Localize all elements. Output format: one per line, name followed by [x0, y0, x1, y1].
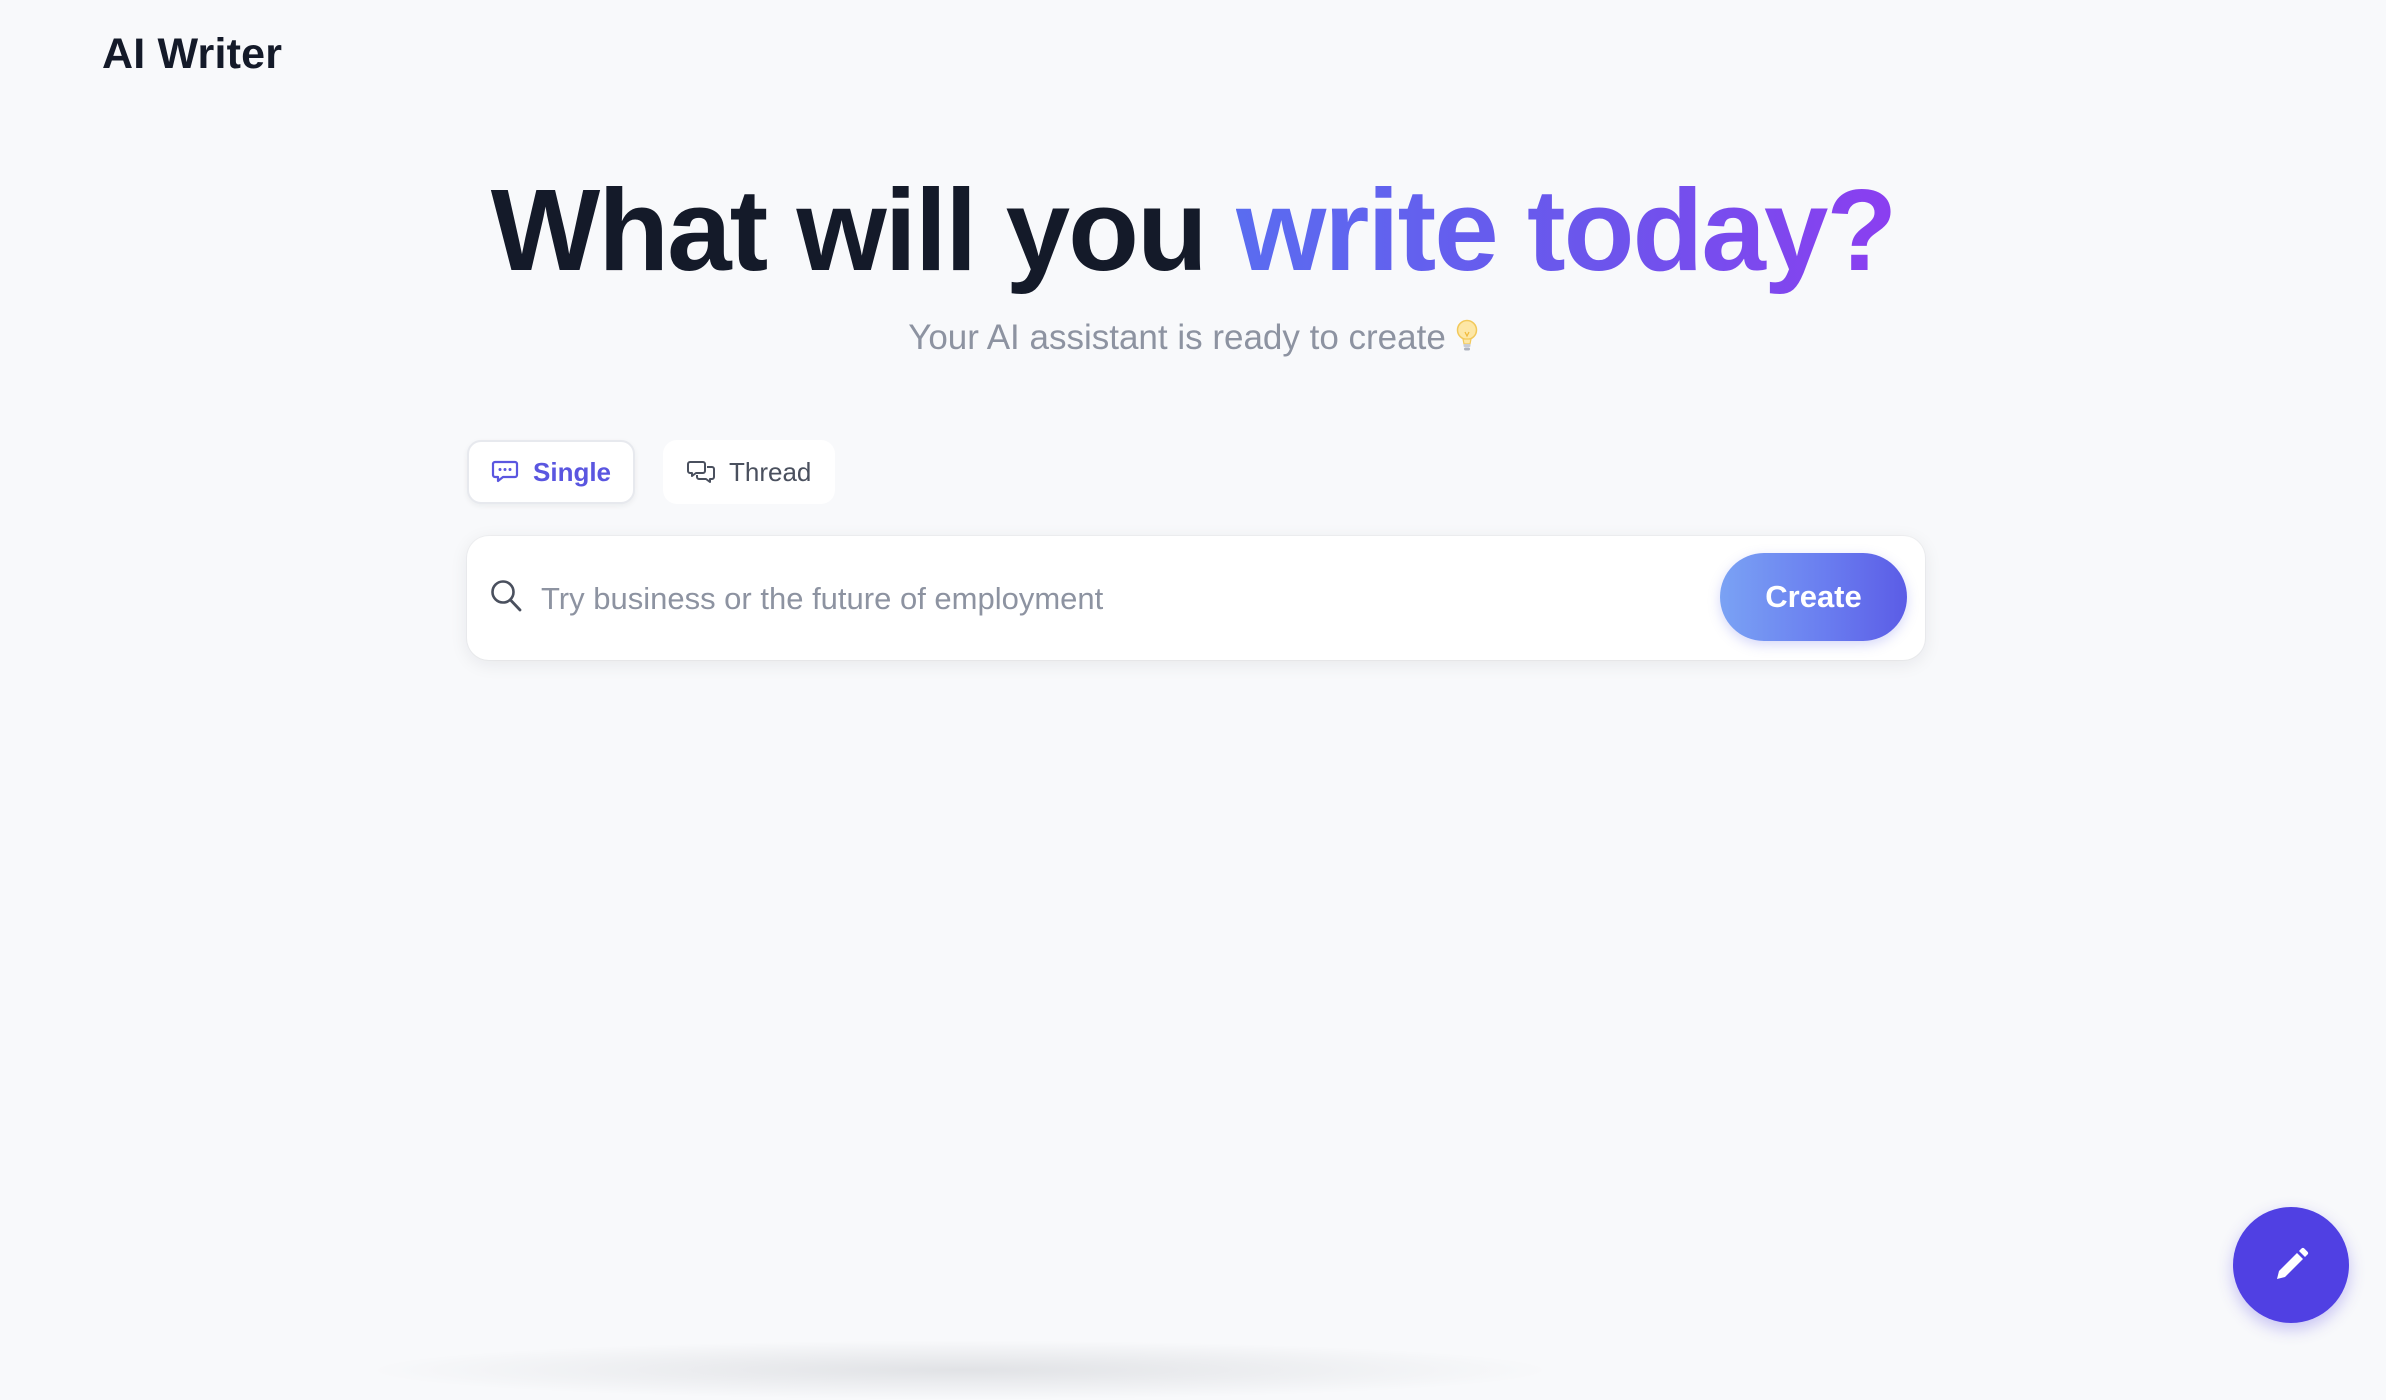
- title-plain: What will you: [490, 165, 1237, 295]
- tab-thread[interactable]: Thread: [663, 440, 836, 504]
- title-accent: write today?: [1236, 165, 1897, 295]
- tab-thread-label: Thread: [729, 456, 812, 487]
- bottom-shadow: [360, 1340, 1560, 1400]
- pencil-icon: [2269, 1243, 2313, 1287]
- page-title: What will you write today?: [0, 160, 2386, 300]
- chat-bubbles-icon: [687, 459, 716, 485]
- search-bar: Create: [467, 536, 1925, 660]
- subtitle-text: Your AI assistant is ready to create: [908, 318, 1446, 357]
- compose-fab-button[interactable]: [2233, 1207, 2349, 1323]
- app-brand[interactable]: AI Writer: [102, 30, 282, 79]
- mode-tabs: Single Thread: [467, 440, 836, 504]
- lightbulb-icon: [1456, 319, 1478, 353]
- search-icon: [489, 578, 523, 619]
- speech-bubble-icon: [491, 459, 519, 485]
- tab-single-label: Single: [533, 456, 612, 487]
- page-subtitle: Your AI assistant is ready to create: [0, 316, 2386, 360]
- hero-section: What will you write today? Your AI assis…: [0, 160, 2386, 360]
- create-button[interactable]: Create: [1720, 553, 1907, 641]
- search-input[interactable]: [539, 566, 1543, 632]
- tab-single[interactable]: Single: [467, 440, 636, 504]
